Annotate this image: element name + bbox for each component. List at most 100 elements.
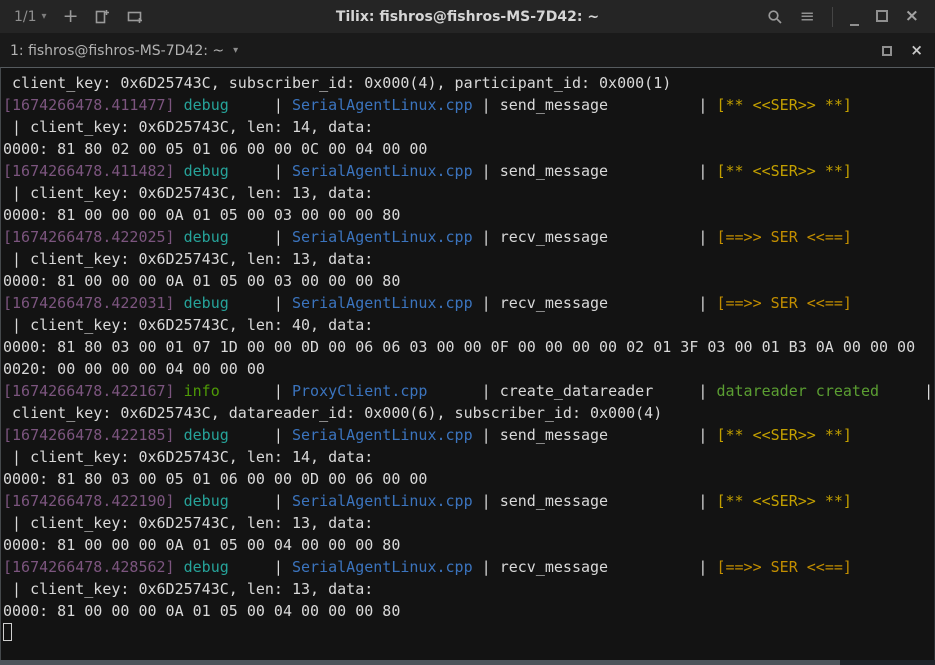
log-line: | client_key: 0x6D25743C, len: 13, data: bbox=[3, 512, 934, 534]
log-segment: [** <<SER>> **] bbox=[716, 426, 851, 444]
log-line: [1674266478.422031] debug | SerialAgentL… bbox=[3, 292, 934, 314]
add-terminal-down-button[interactable] bbox=[126, 9, 144, 25]
session-title: 1: fishros@fishros-MS-7D42: ~ bbox=[10, 43, 224, 59]
log-segment: | bbox=[229, 492, 292, 510]
log-segment: 0000: 81 00 00 00 0A 01 05 00 04 00 00 0… bbox=[3, 602, 400, 620]
log-line: [1674266478.428562] debug | SerialAgentL… bbox=[3, 556, 934, 578]
log-line: client_key: 0x6D25743C, datareader_id: 0… bbox=[3, 402, 934, 424]
log-segment: 0000: 81 00 00 00 0A 01 05 00 03 00 00 0… bbox=[3, 206, 400, 224]
log-segment: info bbox=[184, 382, 220, 400]
close-button[interactable]: × bbox=[905, 8, 919, 25]
log-segment: | client_key: 0x6D25743C, len: 13, data: bbox=[3, 514, 373, 532]
log-segment: | bbox=[229, 162, 292, 180]
session-pager-label: 1/1 bbox=[14, 9, 37, 25]
add-terminal-right-icon bbox=[94, 8, 110, 25]
log-segment: 0020: 00 00 00 00 04 00 00 00 bbox=[3, 360, 265, 378]
log-segment: debug bbox=[184, 228, 229, 246]
log-segment: debug bbox=[184, 162, 229, 180]
minimize-button[interactable] bbox=[850, 9, 859, 25]
session-maximize-button[interactable] bbox=[882, 43, 892, 59]
log-line: [1674266478.422185] debug | SerialAgentL… bbox=[3, 424, 934, 446]
session-title-dropdown[interactable]: 1: fishros@fishros-MS-7D42: ~ ▾ bbox=[0, 43, 238, 59]
log-segment: [1674266478.422167] bbox=[3, 382, 184, 400]
add-terminal-down-icon bbox=[126, 9, 144, 25]
session-close-button[interactable]: × bbox=[910, 43, 923, 58]
session-pager-dropdown[interactable]: 1/1 ▾ bbox=[14, 9, 47, 25]
log-segment: SerialAgentLinux.cpp bbox=[292, 228, 473, 246]
log-segment: [==>> SER <<==] bbox=[716, 294, 851, 312]
close-icon: × bbox=[910, 41, 923, 59]
log-segment: [1674266478.411477] bbox=[3, 96, 184, 114]
close-icon: × bbox=[905, 6, 919, 26]
new-session-button[interactable]: + bbox=[63, 7, 79, 26]
log-line: | client_key: 0x6D25743C, len: 40, data: bbox=[3, 314, 934, 336]
log-segment: | send_message | bbox=[473, 492, 717, 510]
log-segment: | bbox=[229, 426, 292, 444]
log-segment: | client_key: 0x6D25743C, len: 40, data: bbox=[3, 316, 373, 334]
log-segment: client_key: 0x6D25743C, datareader_id: 0… bbox=[3, 404, 662, 422]
log-segment: [1674266478.422031] bbox=[3, 294, 184, 312]
titlebar-right-controls: ≡ × bbox=[767, 7, 935, 27]
log-segment: 0000: 81 80 03 00 01 07 1D 00 00 0D 00 0… bbox=[3, 338, 915, 356]
log-segment: debug bbox=[184, 294, 229, 312]
log-line: 0000: 81 80 03 00 05 01 06 00 00 0D 00 0… bbox=[3, 468, 934, 490]
log-segment: client_key: 0x6D25743C, subscriber_id: 0… bbox=[3, 74, 671, 92]
log-segment: | client_key: 0x6D25743C, len: 13, data: bbox=[3, 580, 373, 598]
log-segment: | create_datareader | bbox=[427, 382, 716, 400]
log-segment: 0000: 81 80 03 00 05 01 06 00 00 0D 00 0… bbox=[3, 470, 427, 488]
log-segment: | client_key: 0x6D25743C, len: 13, data: bbox=[3, 184, 373, 202]
log-segment: SerialAgentLinux.cpp bbox=[292, 96, 473, 114]
log-line: [1674266478.422190] debug | SerialAgentL… bbox=[3, 490, 934, 512]
cursor-line bbox=[3, 622, 934, 644]
window-bottom-edge bbox=[0, 660, 935, 665]
log-segment: [1674266478.422185] bbox=[3, 426, 184, 444]
titlebar-separator bbox=[832, 7, 833, 27]
terminal-output[interactable]: client_key: 0x6D25743C, subscriber_id: 0… bbox=[0, 67, 935, 660]
log-segment: SerialAgentLinux.cpp bbox=[292, 162, 473, 180]
log-line: 0000: 81 00 00 00 0A 01 05 00 03 00 00 0… bbox=[3, 204, 934, 226]
maximize-button[interactable] bbox=[876, 9, 888, 25]
add-terminal-right-button[interactable] bbox=[94, 8, 110, 25]
log-segment: | send_message | bbox=[473, 426, 717, 444]
log-line: | client_key: 0x6D25743C, len: 13, data: bbox=[3, 182, 934, 204]
search-button[interactable] bbox=[767, 9, 783, 25]
session-bar: 1: fishros@fishros-MS-7D42: ~ ▾ × bbox=[0, 34, 935, 67]
log-segment: | recv_message | bbox=[473, 228, 717, 246]
session-bar-controls: × bbox=[882, 43, 935, 59]
log-segment: [==>> SER <<==] bbox=[716, 558, 851, 576]
log-line: 0000: 81 80 02 00 05 01 06 00 00 0C 00 0… bbox=[3, 138, 934, 160]
terminal-cursor bbox=[3, 623, 12, 641]
log-line: 0000: 81 80 03 00 01 07 1D 00 00 0D 00 0… bbox=[3, 336, 934, 358]
log-segment: 0000: 81 00 00 00 0A 01 05 00 04 00 00 0… bbox=[3, 536, 400, 554]
log-line: 0000: 81 00 00 00 0A 01 05 00 04 00 00 0… bbox=[3, 534, 934, 556]
maximize-icon bbox=[876, 10, 888, 22]
chevron-down-icon: ▾ bbox=[233, 45, 238, 56]
log-line: 0000: 81 00 00 00 0A 01 05 00 04 00 00 0… bbox=[3, 600, 934, 622]
log-segment: | bbox=[229, 96, 292, 114]
titlebar-left-controls: 1/1 ▾ + bbox=[0, 7, 144, 26]
log-segment: SerialAgentLinux.cpp bbox=[292, 492, 473, 510]
log-segment: [1674266478.422190] bbox=[3, 492, 184, 510]
log-segment: [1674266478.428562] bbox=[3, 558, 184, 576]
tilix-window: 1/1 ▾ + Tilix: fishros@fishros-MS-7D42: … bbox=[0, 0, 935, 665]
log-line: | client_key: 0x6D25743C, len: 14, data: bbox=[3, 446, 934, 468]
minimize-icon bbox=[850, 24, 859, 26]
log-segment: | send_message | bbox=[473, 96, 717, 114]
menu-button[interactable]: ≡ bbox=[800, 8, 815, 26]
log-segment: | bbox=[229, 228, 292, 246]
log-segment: | client_key: 0x6D25743C, len: 14, data: bbox=[3, 118, 373, 136]
log-line: [1674266478.411482] debug | SerialAgentL… bbox=[3, 160, 934, 182]
log-line: [1674266478.422167] info | ProxyClient.c… bbox=[3, 380, 934, 402]
log-segment: [1674266478.411482] bbox=[3, 162, 184, 180]
log-segment: debug bbox=[184, 426, 229, 444]
log-segment: SerialAgentLinux.cpp bbox=[292, 558, 473, 576]
log-segment: | send_message | bbox=[473, 162, 717, 180]
maximize-icon bbox=[882, 46, 892, 56]
log-line: client_key: 0x6D25743C, subscriber_id: 0… bbox=[3, 72, 934, 94]
titlebar: 1/1 ▾ + Tilix: fishros@fishros-MS-7D42: … bbox=[0, 0, 935, 34]
log-segment: [** <<SER>> **] bbox=[716, 162, 851, 180]
hamburger-icon: ≡ bbox=[800, 6, 815, 27]
log-segment: debug bbox=[184, 558, 229, 576]
scrollbar-horizontal[interactable] bbox=[0, 660, 840, 665]
log-segment: | recv_message | bbox=[473, 558, 717, 576]
